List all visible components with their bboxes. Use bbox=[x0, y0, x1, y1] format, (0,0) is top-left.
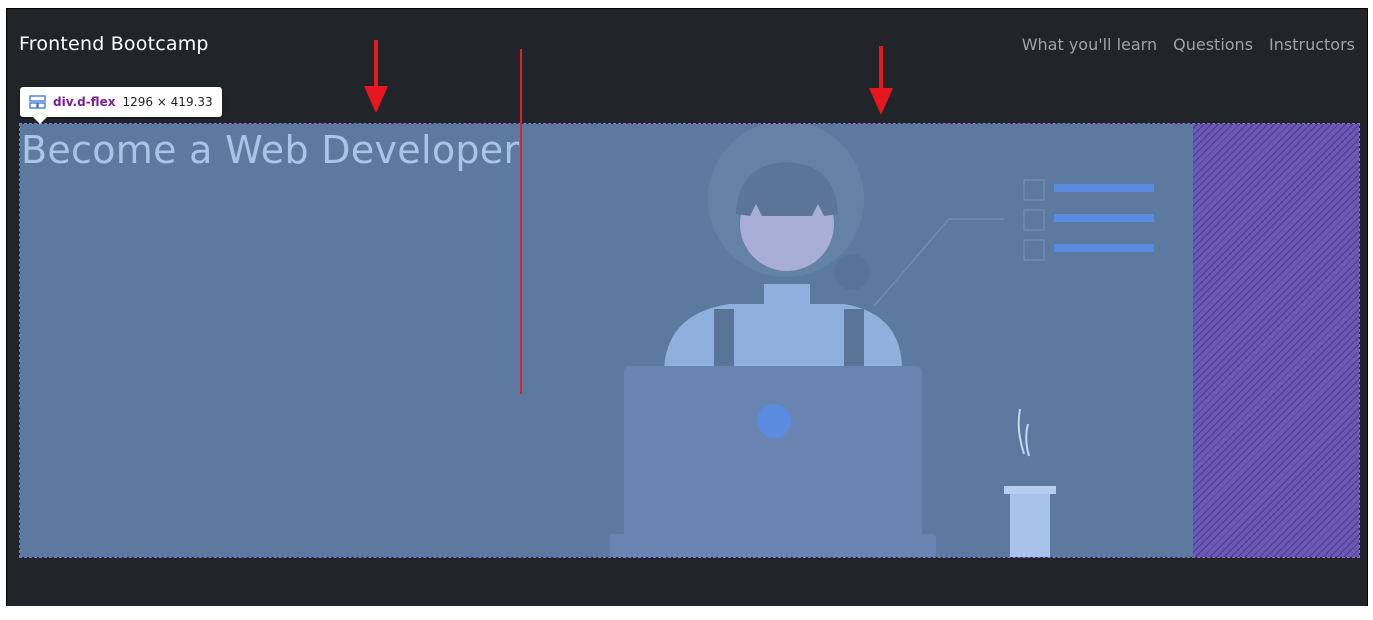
browser-viewport: Frontend Bootcamp What you'll learn Ques… bbox=[6, 8, 1368, 606]
neck bbox=[764, 284, 810, 310]
flex-layout-icon bbox=[29, 95, 46, 109]
arrow-down-icon bbox=[364, 40, 388, 113]
checkbox-3 bbox=[1023, 239, 1045, 261]
list-bar-2 bbox=[1054, 214, 1154, 222]
laptop-base bbox=[610, 534, 936, 557]
tooltip-selector: div.d-flex bbox=[53, 95, 116, 109]
checkbox-2 bbox=[1023, 209, 1045, 231]
checkbox-1 bbox=[1023, 179, 1045, 201]
navbar-brand[interactable]: Frontend Bootcamp bbox=[19, 33, 209, 55]
steam-lines bbox=[1017, 408, 1030, 457]
list-bar-1 bbox=[1054, 184, 1154, 192]
connector-line bbox=[873, 218, 1004, 307]
torso bbox=[664, 304, 903, 374]
nav-link-what-youll-learn[interactable]: What you'll learn bbox=[1022, 35, 1157, 54]
cup bbox=[1010, 494, 1050, 557]
hero-illustration bbox=[610, 124, 1154, 557]
navbar-links: What you'll learn Questions Instructors bbox=[1022, 35, 1355, 54]
devtools-margin-highlight bbox=[1193, 124, 1359, 557]
nav-link-instructors[interactable]: Instructors bbox=[1269, 35, 1355, 54]
cup-lid bbox=[1004, 486, 1056, 494]
hair-bun bbox=[834, 254, 870, 290]
nav-link-questions[interactable]: Questions bbox=[1173, 35, 1253, 54]
hero-title: Become a Web Developer bbox=[21, 128, 520, 172]
hero-flex-container: Become a Web Developer bbox=[19, 123, 1360, 558]
hero-text-column: Become a Web Developer bbox=[20, 124, 524, 557]
laptop-logo bbox=[757, 404, 791, 438]
list-bar-3 bbox=[1054, 244, 1154, 252]
devtools-element-tooltip: div.d-flex 1296 × 419.33 bbox=[20, 87, 222, 124]
laptop-lid bbox=[624, 366, 922, 541]
annotation-vertical-line bbox=[520, 49, 522, 394]
arrow-down-icon bbox=[869, 46, 893, 115]
tooltip-dimensions: 1296 × 419.33 bbox=[122, 95, 213, 109]
